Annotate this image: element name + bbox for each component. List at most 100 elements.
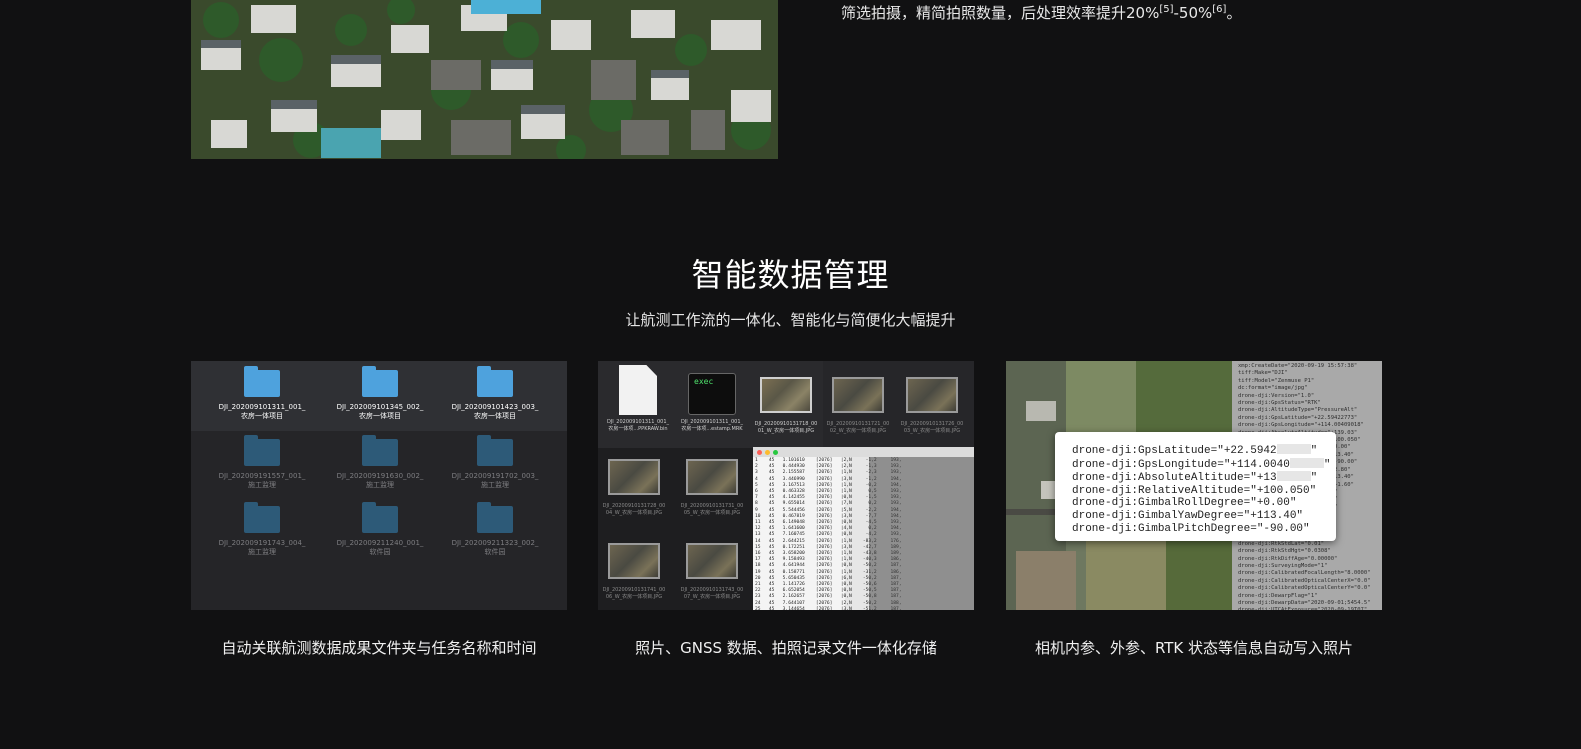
folder-item[interactable]: DJI_202009101345_002_ 农房一体项目	[325, 366, 435, 421]
exif-line: drone-dji:GimbalPitchDegree="-90.00"	[1072, 523, 1336, 536]
terminal-shade	[753, 457, 974, 610]
redacted-block	[1276, 444, 1311, 454]
file-name-line2: 02_W_农房一体项目.JPG	[829, 428, 887, 434]
file-name-line1: DJI_20200910131731_00	[680, 503, 744, 509]
file-name: DJI_202009101311_001_ 农房一体项...estamp.MRK	[676, 419, 748, 433]
exif-close-quote: "	[1310, 445, 1318, 457]
file-name-line2: 农房一体项...estamp.MRK	[681, 426, 743, 432]
folder-name-line1: DJI_202009191743_004_	[218, 539, 306, 547]
file-name-line2: 03_W_农房一体项目.JPG	[903, 428, 961, 434]
file-name: DJI_20200910131731_00 05_W_农房一体项目.JPG	[676, 503, 748, 517]
folder-name-line1: DJI_202009191702_003_	[451, 472, 539, 480]
folder-name-line2: 农房一体项目	[241, 412, 283, 420]
folder-icon	[244, 502, 280, 533]
file-name: DJI_20200910131718_00 01_W_农房一体项目.JPG	[750, 421, 822, 435]
reference-5[interactable]: [5]	[1159, 4, 1173, 15]
photo-thumbnail	[686, 543, 738, 579]
file-name: DJI_20200910131726_00 03_W_农房一体项目.JPG	[896, 421, 968, 435]
folder-name-line2: 软件园	[484, 548, 506, 556]
photo-thumbnail	[608, 459, 660, 495]
file-item[interactable]: DJI_20200910131718_00 01_W_农房一体项目.JPG	[750, 371, 822, 435]
file-name: DJI_20200910131741_00 06_W_农房一体项目.JPG	[598, 587, 670, 601]
exif-key-value: drone-dji:GpsLongitude="+114.0040	[1072, 458, 1290, 471]
aerial-village-photo	[191, 0, 778, 159]
finder-window: DJI_202009101311_001_ 农房一体项目 DJI_202009101…	[191, 361, 567, 610]
folder-item[interactable]: DJI_202009101311_001_ 农房一体项目	[207, 366, 317, 421]
folder-name-line2: 软件园	[369, 548, 391, 556]
efficiency-text-end: 。	[1226, 4, 1242, 22]
exif-line: drone-dji:GimbalYawDegree="+113.40"	[1072, 510, 1336, 523]
file-name-line1: DJI_20200910131721_00	[826, 421, 890, 427]
card-caption-exif: 相机内参、外参、RTK 状态等信息自动写入照片	[1034, 639, 1354, 657]
exif-key-value: drone-dji:GimbalYawDegree="+113.40"	[1072, 509, 1304, 522]
folder-name-line2: 施工监理	[366, 481, 394, 489]
folder-item[interactable]: DJI_202009211240_001_ 软件园	[325, 502, 435, 557]
folder-icon	[362, 366, 398, 397]
file-item[interactable]: DJI_20200910131721_00 02_W_农房一体项目.JPG	[822, 371, 894, 435]
folder-name-line1: DJI_202009211240_001_	[336, 539, 424, 547]
file-item[interactable]: DJI_20200910131743_00 07_W_农房一体项目.JPG	[676, 537, 748, 601]
terminal-window: 1 45 1.101610 [2076] |2,N -1,2 193, 2 45…	[753, 447, 974, 610]
exec-terminal-icon: exec	[688, 373, 736, 415]
photo-thumbnail	[760, 377, 812, 413]
folder-icon	[477, 366, 513, 397]
file-name-line1: DJI_20200910131728_00	[602, 503, 666, 509]
folder-name-line2: 施工监理	[481, 481, 509, 489]
folder-name-line2: 施工监理	[248, 481, 276, 489]
folder-item[interactable]: DJI_202009211323_002_ 软件园	[440, 502, 550, 557]
exif-key-value: drone-dji:GpsLatitude="+22.5942	[1072, 445, 1277, 457]
folder-browser-image: DJI_202009101311_001_ 农房一体项目 DJI_202009101…	[191, 361, 567, 610]
folder-item[interactable]: DJI_202009191743_004_ 施工监理	[207, 502, 317, 557]
folder-item[interactable]: DJI_202009191702_003_ 施工监理	[440, 435, 550, 490]
terminal-titlebar	[753, 447, 974, 457]
exif-key-value: drone-dji:GimbalRollDegree="+0.00"	[1072, 497, 1297, 510]
exif-panel: xmp:CreateDate="2020-09-19 15:57:38" tif…	[1006, 361, 1382, 610]
folder-name: DJI_202009101311_001_ 农房一体项目	[207, 403, 317, 421]
folder-name-line1: DJI_202009191557_001_	[218, 472, 306, 480]
file-name-line2: 农房一体项...PPKRAW.bin	[608, 426, 668, 432]
exif-key-value: drone-dji:GimbalPitchDegree="-90.00"	[1072, 522, 1310, 535]
exec-label: exec	[694, 377, 714, 386]
reference-6[interactable]: [6]	[1212, 4, 1226, 15]
folder-name: DJI_202009101423_003_ 农房一体项目	[440, 403, 550, 421]
file-item[interactable]: exec DJI_202009101311_001_ 农房一体项...estamp.…	[676, 369, 748, 433]
file-item[interactable]: DJI_20200910131726_00 03_W_农房一体项目.JPG	[896, 371, 968, 435]
folder-icon	[477, 435, 513, 466]
exif-line: drone-dji:GimbalRollDegree="+0.00"	[1072, 497, 1336, 510]
photo-thumbnail	[906, 377, 958, 413]
exif-highlight-box: drone-dji:GpsLatitude="+22.5942 " drone-dj…	[1055, 432, 1336, 541]
file-name: DJI_20200910131743_00 07_W_农房一体项目.JPG	[676, 587, 748, 601]
file-name-line1: DJI_202009101311_001_	[680, 419, 744, 425]
file-window: DJI_202009101311_001_ 农房一体项...PPKRAW.bin e…	[598, 361, 974, 610]
file-name-line2: 05_W_农房一体项目.JPG	[683, 510, 741, 516]
section-title: 智能数据管理	[691, 256, 890, 294]
folder-name-line1: DJI_202009101311_001_	[218, 403, 306, 411]
folder-name-line1: DJI_202009101345_002_	[336, 403, 424, 411]
maximize-dot-icon	[773, 450, 778, 455]
folder-name: DJI_202009191630_002_ 施工监理	[325, 472, 435, 490]
file-item[interactable]: DJI_20200910131731_00 05_W_农房一体项目.JPG	[676, 453, 748, 517]
folder-name-line1: DJI_202009211323_002_	[451, 539, 539, 547]
file-name-line2: 06_W_农房一体项目.JPG	[605, 594, 663, 600]
file-name-line2: 01_W_农房一体项目.JPG	[757, 428, 815, 434]
file-name-line1: DJI_202009101311_001_	[606, 419, 670, 425]
folder-item[interactable]: DJI_202009191557_001_ 施工监理	[207, 435, 317, 490]
efficiency-text-range: -50%	[1173, 4, 1213, 22]
file-item[interactable]: DJI_20200910131741_00 06_W_农房一体项目.JPG	[598, 537, 670, 601]
close-dot-icon	[757, 450, 762, 455]
exif-line: drone-dji:GpsLatitude="+22.5942 "	[1072, 444, 1336, 458]
file-name-line1: DJI_20200910131718_00	[754, 421, 818, 427]
folder-icon	[362, 502, 398, 533]
file-item[interactable]: DJI_20200910131728_00 04_W_农房一体项目.JPG	[598, 453, 670, 517]
folder-item[interactable]: DJI_202009101423_003_ 农房一体项目	[440, 366, 550, 421]
exif-line: drone-dji:AbsoluteAltitude="+13 "	[1072, 471, 1336, 485]
file-name: DJI_202009101311_001_ 农房一体项...PPKRAW.bin	[602, 419, 674, 433]
redacted-block	[1289, 457, 1324, 468]
photo-thumbnail	[686, 459, 738, 495]
exif-close-quote: "	[1310, 472, 1318, 485]
folder-item[interactable]: DJI_202009191630_002_ 施工监理	[325, 435, 435, 490]
file-item[interactable]: DJI_202009101311_001_ 农房一体项...PPKRAW.bin	[602, 365, 674, 433]
minimize-dot-icon	[765, 450, 770, 455]
document-icon	[619, 365, 657, 415]
folder-icon	[244, 435, 280, 466]
